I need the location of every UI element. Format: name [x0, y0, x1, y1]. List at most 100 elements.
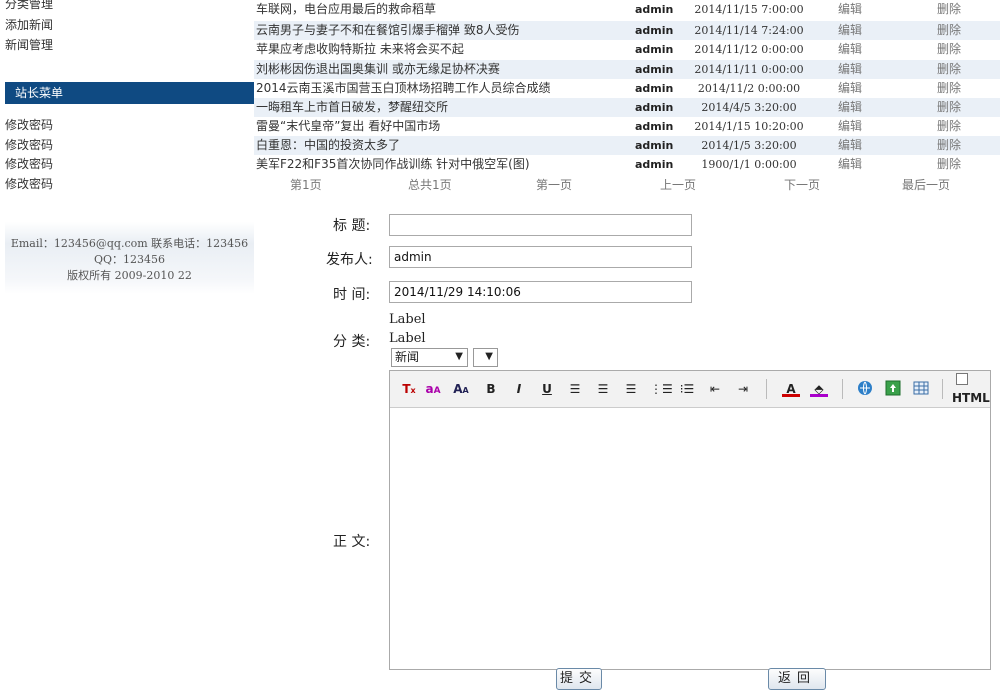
- sidebar-link-change-password[interactable]: 修改密码: [5, 175, 53, 192]
- news-title-link[interactable]: 一晦租车上市首日破发，梦醒纽交所: [256, 98, 448, 117]
- news-date: 2014/11/2 0:00:00: [697, 82, 801, 95]
- time-input[interactable]: 2014/11/29 14:10:06: [389, 281, 692, 303]
- footer-contact: Email：123456@qq.com 联系电话：123456: [10, 237, 249, 250]
- table-row: 云南男子与妻子不和在餐馆引爆手榴弹 致8人受伤 admin 2014/11/14…: [254, 21, 1000, 40]
- pager-prev-link[interactable]: 上一页: [660, 176, 696, 194]
- news-author: admin: [635, 82, 674, 95]
- body-label: 正 文:: [333, 534, 371, 550]
- label-text: Label: [389, 331, 426, 346]
- news-title-link[interactable]: 美军F22和F35首次协同作战训练 针对中俄空军(图): [256, 155, 530, 174]
- subcategory-select[interactable]: ▼: [473, 348, 498, 367]
- sidebar-link-news-manage[interactable]: 新闻管理: [5, 36, 53, 53]
- html-mode-label: HTML: [952, 391, 990, 405]
- sidebar-link-add-news[interactable]: 添加新闻: [5, 16, 53, 33]
- delete-link[interactable]: 删除: [937, 0, 961, 19]
- indent-icon[interactable]: ⇥: [734, 380, 752, 398]
- ordered-list-icon[interactable]: ⋮☰: [650, 380, 673, 398]
- news-title-link[interactable]: 白重恩：中国的投资太多了: [256, 136, 400, 155]
- edit-link[interactable]: 编辑: [838, 60, 862, 79]
- outdent-icon[interactable]: ⇤: [706, 380, 724, 398]
- edit-link[interactable]: 编辑: [838, 40, 862, 59]
- news-date: 2014/11/12 0:00:00: [694, 43, 804, 56]
- html-mode-checkbox[interactable]: [956, 373, 968, 385]
- italic-icon[interactable]: I: [510, 380, 528, 398]
- edit-link[interactable]: 编辑: [838, 98, 862, 117]
- news-author: admin: [635, 24, 674, 37]
- edit-link[interactable]: 编辑: [838, 155, 862, 174]
- font-color-icon[interactable]: A: [782, 380, 800, 397]
- pager-total-pages: 总共1页: [408, 178, 452, 192]
- news-title-link[interactable]: 云南男子与妻子不和在餐馆引爆手榴弹 致8人受伤: [256, 21, 519, 40]
- sidebar-link-change-password[interactable]: 修改密码: [5, 155, 53, 172]
- sidebar-link-change-password[interactable]: 修改密码: [5, 136, 53, 153]
- news-date: 2014/11/14 7:24:00: [694, 24, 804, 37]
- label-text: Label: [389, 312, 426, 327]
- news-title-link[interactable]: 2014云南玉溪市国营玉白顶林场招聘工作人员综合成绩: [256, 79, 551, 98]
- news-author: admin: [635, 120, 674, 133]
- unordered-list-icon[interactable]: ⁝☰: [678, 380, 696, 398]
- table-row: 车联网，电台应用最后的救命稻草 admin 2014/11/15 7:00:00…: [254, 0, 1000, 19]
- editor-content-area[interactable]: [390, 408, 990, 669]
- edit-link[interactable]: 编辑: [838, 117, 862, 136]
- title-input[interactable]: [389, 214, 692, 236]
- pager-next-link[interactable]: 下一页: [784, 176, 820, 194]
- delete-link[interactable]: 删除: [937, 21, 961, 40]
- delete-link[interactable]: 删除: [937, 136, 961, 155]
- edit-link[interactable]: 编辑: [838, 0, 862, 19]
- pager-first-link[interactable]: 第一页: [536, 176, 572, 194]
- category-select-value: 新闻: [395, 350, 420, 364]
- delete-link[interactable]: 删除: [937, 60, 961, 79]
- font-size-icon[interactable]: AA: [452, 380, 470, 398]
- edit-link[interactable]: 编辑: [838, 79, 862, 98]
- footer-copyright: 版权所有 2009-2010 22: [67, 269, 192, 282]
- publisher-input[interactable]: admin: [389, 246, 692, 268]
- news-date: 2014/11/15 7:00:00: [694, 3, 804, 16]
- table-row: 2014云南玉溪市国营玉白顶林场招聘工作人员综合成绩 admin 2014/11…: [254, 79, 1000, 98]
- time-label: 时 间:: [333, 287, 371, 303]
- align-left-icon[interactable]: ☰: [566, 380, 584, 398]
- sidebar-footer: Email：123456@qq.com 联系电话：123456 QQ：12345…: [5, 222, 254, 294]
- news-title-link[interactable]: 雷曼“末代皇帝”复出 看好中国市场: [256, 117, 440, 136]
- highlight-color-icon[interactable]: ⬘: [810, 380, 828, 397]
- insert-image-icon[interactable]: [884, 380, 902, 398]
- sidebar-link-category-manage[interactable]: 分类管理: [5, 0, 53, 12]
- edit-link[interactable]: 编辑: [838, 136, 862, 155]
- publisher-label: 发布人:: [326, 252, 373, 268]
- news-title-link[interactable]: 苹果应考虑收购特斯拉 未来将会买不起: [256, 40, 464, 59]
- news-date: 1900/1/1 0:00:00: [701, 158, 797, 171]
- delete-link[interactable]: 删除: [937, 155, 961, 174]
- category-label: 分 类:: [333, 334, 371, 350]
- align-center-icon[interactable]: ☰: [594, 380, 612, 398]
- bold-icon[interactable]: B: [482, 380, 500, 398]
- news-date: 2014/1/15 10:20:00: [694, 120, 804, 133]
- clear-format-icon[interactable]: Tx: [400, 380, 418, 398]
- edit-link[interactable]: 编辑: [838, 21, 862, 40]
- news-title-link[interactable]: 车联网，电台应用最后的救命稻草: [256, 0, 436, 19]
- underline-icon[interactable]: U: [538, 380, 556, 398]
- align-right-icon[interactable]: ☰: [622, 380, 640, 398]
- back-button[interactable]: 返回: [768, 668, 826, 690]
- footer-qq: QQ：123456: [93, 253, 166, 266]
- news-title-link[interactable]: 刘彬彬因伤退出国奥集训 或亦无缘足协杯决赛: [256, 60, 500, 79]
- sidebar-link-change-password[interactable]: 修改密码: [5, 116, 53, 133]
- category-select[interactable]: 新闻 ▼: [391, 348, 468, 367]
- insert-table-icon[interactable]: [912, 380, 930, 398]
- submit-button[interactable]: 提交: [556, 668, 602, 690]
- delete-link[interactable]: 删除: [937, 79, 961, 98]
- pager-current-page: 第1页: [290, 178, 322, 192]
- delete-link[interactable]: 删除: [937, 98, 961, 117]
- table-row: 刘彬彬因伤退出国奥集训 或亦无缘足协杯决赛 admin 2014/11/11 0…: [254, 60, 1000, 79]
- insert-link-icon[interactable]: [856, 380, 874, 398]
- delete-link[interactable]: 删除: [937, 40, 961, 59]
- news-author: admin: [635, 63, 674, 76]
- admin-menu-header: 站长菜单: [5, 82, 254, 104]
- font-family-icon[interactable]: aA: [424, 380, 442, 398]
- chevron-down-icon: ▼: [455, 351, 463, 362]
- toolbar-divider: [766, 379, 767, 399]
- delete-link[interactable]: 删除: [937, 117, 961, 136]
- news-date: 2014/4/5 3:20:00: [701, 101, 797, 114]
- table-row: 白重恩：中国的投资太多了 admin 2014/1/5 3:20:00 编辑 删…: [254, 136, 1000, 155]
- pager-last-link[interactable]: 最后一页: [902, 176, 950, 194]
- admin-menu-title: 站长菜单: [15, 86, 64, 100]
- news-author: admin: [635, 101, 674, 114]
